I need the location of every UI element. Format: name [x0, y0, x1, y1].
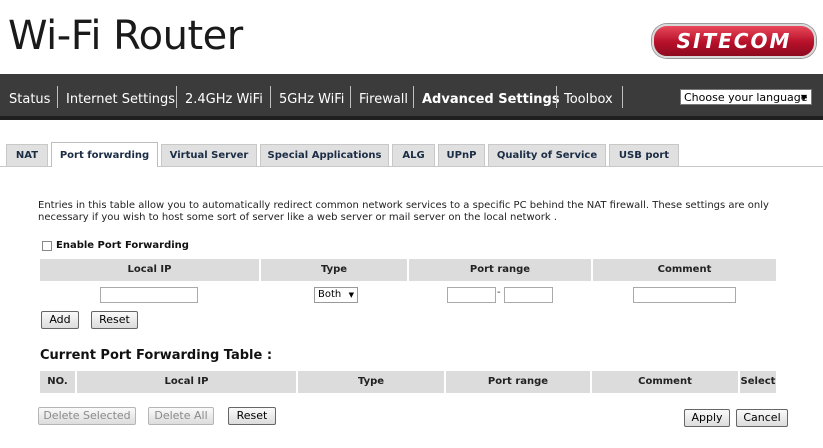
table-header-comment: Comment [592, 371, 738, 393]
nav-divider [413, 86, 414, 108]
nav-divider [176, 86, 177, 108]
language-select-value: Choose your language [684, 91, 808, 104]
tab-special-applications[interactable]: Special Applications [260, 144, 389, 166]
comment-input[interactable] [633, 287, 736, 303]
nav-divider [270, 86, 271, 108]
nav-5ghz-wifi[interactable]: 5GHz WiFi [279, 88, 345, 112]
nav-internet-settings[interactable]: Internet Settings [66, 88, 176, 112]
nav-24ghz-wifi[interactable]: 2.4GHz WiFi [185, 88, 263, 112]
chevron-down-icon: ▼ [348, 291, 354, 299]
table-header-type: Type [298, 371, 444, 393]
nav-divider [622, 86, 623, 108]
form-reset-button[interactable]: Reset [91, 311, 138, 329]
nav-status[interactable]: Status [9, 88, 51, 112]
port-to-input[interactable] [504, 287, 553, 303]
sitecom-logo: SITECOM [652, 24, 816, 58]
cancel-button[interactable]: Cancel [736, 409, 788, 427]
table-reset-button[interactable]: Reset [228, 407, 276, 425]
tab-port-forwarding[interactable]: Port forwarding [51, 142, 158, 167]
table-header-local-ip: Local IP [77, 371, 296, 393]
nav-divider [556, 86, 557, 108]
add-button[interactable]: Add [41, 311, 79, 329]
form-header-local-ip: Local IP [40, 259, 259, 281]
tab-upnp[interactable]: UPnP [438, 144, 485, 166]
type-select[interactable]: Both ▼ [314, 287, 358, 303]
nav-advanced-settings[interactable]: Advanced Settings [422, 88, 560, 112]
nav-divider [350, 86, 351, 108]
tab-nat[interactable]: NAT [6, 144, 48, 166]
form-header-comment: Comment [593, 259, 776, 281]
enable-port-forwarding-checkbox[interactable] [42, 241, 52, 251]
page-description: Entries in this table allow you to autom… [38, 200, 769, 223]
nav-firewall[interactable]: Firewall [359, 88, 409, 112]
tab-alg[interactable]: ALG [392, 144, 435, 166]
form-header-port-range: Port range [409, 259, 591, 281]
language-select[interactable]: Choose your language ▼ [680, 89, 812, 105]
port-from-input[interactable] [447, 287, 496, 303]
current-table-title: Current Port Forwarding Table : [40, 348, 273, 363]
tab-virtual-server[interactable]: Virtual Server [161, 144, 257, 166]
table-header-no: NO. [40, 371, 75, 393]
enable-port-forwarding-label: Enable Port Forwarding [56, 240, 189, 251]
local-ip-input[interactable] [100, 287, 198, 303]
delete-all-button[interactable]: Delete All [148, 407, 214, 425]
table-header-port-range: Port range [446, 371, 590, 393]
nav-divider [57, 86, 58, 108]
app-title: Wi-Fi Router [8, 13, 243, 59]
type-select-value: Both [318, 289, 342, 300]
apply-button[interactable]: Apply [684, 409, 730, 427]
tab-usb-port[interactable]: USB port [609, 144, 679, 166]
form-header-type: Type [261, 259, 407, 281]
port-range-separator: - [497, 287, 501, 298]
table-header-select: Select [740, 371, 776, 393]
chevron-down-icon: ▼ [800, 93, 807, 102]
nav-toolbox[interactable]: Toolbox [564, 88, 613, 112]
tab-quality-of-service[interactable]: Quality of Service [488, 144, 606, 166]
delete-selected-button[interactable]: Delete Selected [38, 407, 136, 425]
